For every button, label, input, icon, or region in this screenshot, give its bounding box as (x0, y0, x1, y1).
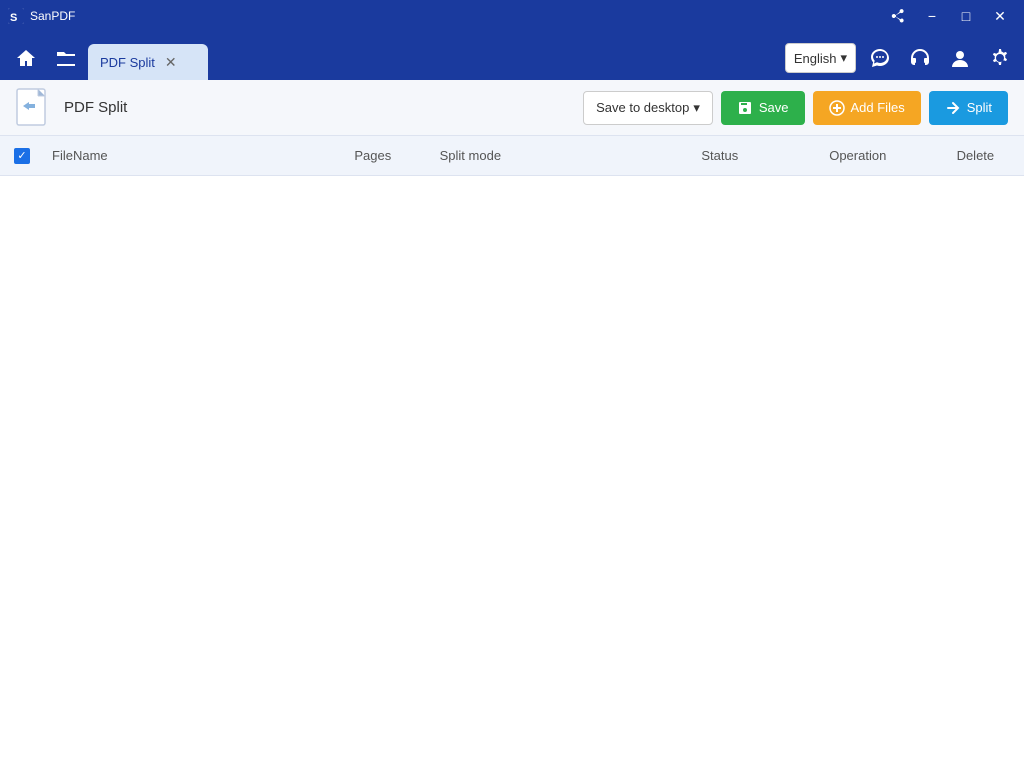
save-to-desktop-button[interactable]: Save to desktop ▾ (583, 91, 713, 125)
main-content: PDF Split Save to desktop ▾ Save Add Fil… (0, 80, 1024, 768)
split-label: Split (967, 100, 992, 115)
column-operation: Operation (789, 148, 927, 163)
headset-button[interactable] (904, 42, 936, 74)
save-to-desktop-arrow-icon: ▾ (693, 100, 700, 116)
save-button[interactable]: Save (721, 91, 805, 125)
column-check[interactable]: ✓ (0, 148, 44, 164)
minimize-button[interactable]: − (916, 0, 948, 32)
column-delete: Delete (927, 148, 1024, 163)
save-icon (737, 100, 753, 116)
title-bar: S SanPDF − □ ✕ (0, 0, 1024, 32)
add-files-button[interactable]: Add Files (813, 91, 921, 125)
page-title: PDF Split (64, 99, 571, 116)
column-pages: Pages (314, 148, 432, 163)
svg-text:S: S (10, 12, 17, 24)
column-status: Status (651, 148, 789, 163)
user-button[interactable] (944, 42, 976, 74)
split-icon (945, 100, 961, 116)
save-to-desktop-label: Save to desktop (596, 100, 689, 115)
content-area (0, 176, 1024, 768)
add-files-icon (829, 100, 845, 116)
window-controls: − □ ✕ (882, 0, 1016, 32)
pdf-icon (16, 88, 52, 128)
column-splitmode: Split mode (432, 148, 651, 163)
title-bar-left: S SanPDF (8, 8, 75, 24)
table-header: ✓ FileName Pages Split mode Status Opera… (0, 136, 1024, 176)
top-bar-right: English ▾ (785, 42, 1016, 80)
language-label: English (794, 51, 837, 66)
tool-bar: PDF Split Save to desktop ▾ Save Add Fil… (0, 80, 1024, 136)
add-files-label: Add Files (851, 100, 905, 115)
tab-label: PDF Split (100, 55, 155, 70)
tool-bar-right: Save to desktop ▾ Save Add Files (583, 91, 1008, 125)
tab-pdf-split[interactable]: PDF Split ✕ (88, 44, 208, 80)
top-nav-bar: PDF Split ✕ English ▾ (0, 32, 1024, 80)
tab-close-button[interactable]: ✕ (163, 55, 179, 69)
home-button[interactable] (8, 40, 44, 76)
maximize-button[interactable]: □ (950, 0, 982, 32)
save-label: Save (759, 100, 789, 115)
settings-button[interactable] (984, 42, 1016, 74)
column-filename: FileName (44, 148, 314, 163)
language-selector[interactable]: English ▾ (785, 43, 856, 73)
top-bar-left: PDF Split ✕ (8, 40, 208, 80)
dropdown-arrow-icon: ▾ (840, 50, 847, 66)
select-all-checkbox[interactable]: ✓ (14, 148, 30, 164)
split-button[interactable]: Split (929, 91, 1008, 125)
chat-button[interactable] (864, 42, 896, 74)
app-title: SanPDF (30, 9, 75, 23)
share-button[interactable] (882, 0, 914, 32)
close-button[interactable]: ✕ (984, 0, 1016, 32)
open-folder-button[interactable] (48, 40, 84, 76)
app-icon: S (8, 8, 24, 24)
